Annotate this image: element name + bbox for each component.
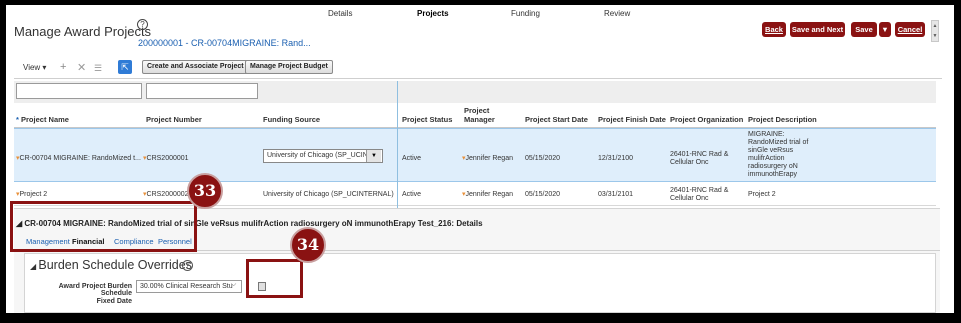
row1-description: MIGRAINE: RandoMized trial of sinGle veR… bbox=[748, 131, 809, 178]
save-and-next-button[interactable]: Save and Next bbox=[790, 22, 845, 37]
callout-badge-34: 34 bbox=[290, 227, 326, 263]
row1-start-date: 05/15/2020 bbox=[525, 155, 561, 162]
help-icon[interactable]: ? bbox=[182, 260, 193, 271]
help-icon[interactable]: ? bbox=[137, 19, 148, 30]
view-menu[interactable]: View ▾ bbox=[23, 63, 46, 72]
row2-status: Active bbox=[402, 191, 422, 198]
col-header-start-date[interactable]: Project Start Date bbox=[525, 115, 588, 124]
row1-organization: 26401-RNC Rad & Cellular Onc bbox=[670, 151, 729, 166]
train-stop-details[interactable]: Details bbox=[328, 9, 352, 18]
row2-start-date: 05/15/2020 bbox=[525, 191, 561, 198]
row2-project-name[interactable]: ▾Project 2 bbox=[16, 191, 47, 199]
train-stop-projects[interactable]: Projects bbox=[417, 9, 449, 18]
cancel-button[interactable]: Cancel bbox=[895, 22, 925, 37]
app-window: Details Projects Funding Review Manage A… bbox=[6, 5, 954, 313]
row2-project-number[interactable]: ▾CRS2000002 bbox=[143, 191, 189, 199]
col-header-project-number[interactable]: Project Number bbox=[146, 115, 202, 124]
scrollbar[interactable]: ▲ ▼ bbox=[931, 20, 939, 42]
chevron-down-icon[interactable]: ⌵ bbox=[231, 281, 236, 289]
row2-funding-source: University of Chicago (SP_UCINTERNAL) bbox=[263, 191, 394, 198]
train-stop-funding[interactable]: Funding bbox=[511, 9, 540, 18]
row2-manager[interactable]: ▾Jennifer Regan bbox=[462, 191, 513, 199]
callout-box-34 bbox=[246, 259, 303, 298]
page-title: Manage Award Projects bbox=[14, 24, 152, 39]
burden-schedule-label: Award Project Burden Schedule bbox=[58, 283, 132, 297]
row1-manager[interactable]: ▾Jennifer Regan bbox=[462, 155, 513, 163]
col-header-project-name[interactable]: * Project Name bbox=[16, 115, 69, 124]
train-stop-review[interactable]: Review bbox=[604, 9, 630, 18]
row1-project-name[interactable]: ▾CR-00704 MIGRAINE: RandoMized t... bbox=[16, 155, 141, 163]
frozen-column-divider[interactable] bbox=[397, 81, 398, 208]
row1-finish-date: 12/31/2100 bbox=[598, 155, 634, 162]
section-title[interactable]: ◢ Burden Schedule Overrides bbox=[30, 258, 192, 272]
callout-badge-33: 33 bbox=[187, 173, 223, 209]
row2-description: Project 2 bbox=[748, 191, 776, 198]
burden-schedule-select[interactable]: 30.00% Clinical Research Stu bbox=[136, 280, 242, 293]
save-menu-button[interactable]: ▼ bbox=[879, 22, 891, 37]
add-icon[interactable]: + bbox=[60, 61, 66, 73]
row1-status: Active bbox=[402, 155, 422, 162]
filter-project-name-input[interactable] bbox=[16, 83, 142, 99]
col-header-project-manager[interactable]: Project Manager bbox=[464, 106, 510, 124]
col-header-funding-source[interactable]: Funding Source bbox=[263, 115, 320, 124]
row1-funding-source-select[interactable]: University of Chicago (SP_UCINT bbox=[263, 149, 383, 163]
freeze-icon[interactable]: ☰ bbox=[94, 63, 102, 74]
create-and-associate-project-button[interactable]: Create and Associate Project bbox=[142, 60, 249, 74]
col-header-organization[interactable]: Project Organization bbox=[670, 115, 743, 124]
delete-icon[interactable]: ✕ bbox=[77, 61, 86, 74]
back-button[interactable]: Back bbox=[762, 22, 786, 37]
detach-icon[interactable]: ⇱ bbox=[118, 60, 132, 74]
row2-finish-date: 03/31/2101 bbox=[598, 191, 634, 198]
row1-project-number[interactable]: ▾CRS2000001 bbox=[143, 155, 189, 163]
chevron-down-icon[interactable]: ▼ bbox=[366, 150, 381, 162]
toolbar-divider bbox=[14, 78, 942, 79]
manage-project-budget-button[interactable]: Manage Project Budget bbox=[245, 60, 333, 74]
fixed-date-label: Fixed Date bbox=[96, 298, 132, 305]
row2-organization: 26401-RNC Rad & Cellular Onc bbox=[670, 187, 729, 202]
col-header-finish-date[interactable]: Project Finish Date bbox=[598, 115, 666, 124]
page-subtitle-link[interactable]: 200000001 - CR-00704MIGRAINE: Rand... bbox=[138, 38, 311, 48]
filter-project-number-input[interactable] bbox=[146, 83, 258, 99]
col-header-project-status[interactable]: Project Status bbox=[402, 115, 452, 124]
callout-box-33 bbox=[10, 201, 197, 252]
col-header-description[interactable]: Project Description bbox=[748, 115, 817, 124]
save-button[interactable]: Save bbox=[851, 22, 877, 37]
